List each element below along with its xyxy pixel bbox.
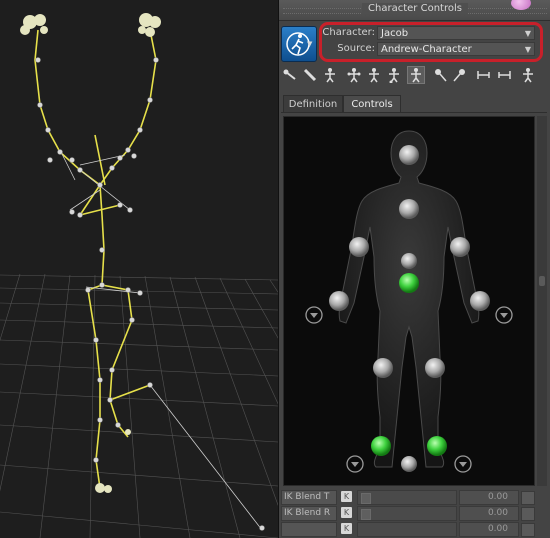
highlight-annotation <box>319 22 543 62</box>
ik-blend-r-slider[interactable] <box>357 506 457 521</box>
body-all-icon[interactable] <box>385 66 403 84</box>
slider-handle[interactable] <box>361 509 371 520</box>
chevron-down-icon: ▼ <box>307 40 313 48</box>
joint-markers <box>35 57 265 531</box>
tab-controls[interactable]: Controls <box>343 95 401 113</box>
panel-title: Character Controls <box>362 3 468 14</box>
key-button[interactable]: K <box>341 523 352 534</box>
floor-grid <box>0 273 278 538</box>
left-knee-effector <box>373 358 393 378</box>
panel-titlebar[interactable]: Character Controls <box>279 0 550 21</box>
left-elbow-effector <box>349 237 369 257</box>
ik-blend-r-end-button[interactable] <box>521 507 535 521</box>
character-controls-panel: Character Controls ▼ Character: Jacob ▼ … <box>278 0 550 538</box>
hand-markers <box>20 13 161 493</box>
key-button[interactable]: K <box>341 507 352 518</box>
viewport-canvas[interactable] <box>0 0 278 538</box>
body-part-2-icon[interactable] <box>407 66 425 84</box>
pin-3-icon[interactable] <box>519 66 537 84</box>
ik-row-3-label <box>281 522 337 537</box>
ik-row-3-value[interactable]: 0.00 <box>459 522 519 537</box>
right-knee-effector <box>425 358 445 378</box>
left-hand-effector <box>329 291 349 311</box>
expand-buttons <box>305 306 513 473</box>
ik-blend-r-value[interactable]: 0.00 <box>459 506 519 521</box>
left-ankle-effector <box>371 436 391 456</box>
scrollbar-thumb[interactable] <box>539 276 545 286</box>
character-toolbar <box>281 66 549 86</box>
ik-row-3: K 0.00 <box>281 522 545 537</box>
key-right-icon[interactable] <box>495 66 513 84</box>
key-button[interactable]: K <box>341 491 352 502</box>
right-hand-effector <box>470 291 490 311</box>
ik-row-3-slider[interactable] <box>357 522 457 537</box>
ik-blend-r-row: IK Blend R K 0.00 <box>281 506 545 521</box>
ik-blend-t-slider[interactable] <box>357 490 457 505</box>
tab-divider <box>281 112 547 113</box>
ik-blend-t-end-button[interactable] <box>521 491 535 505</box>
chest-effector <box>399 199 419 219</box>
bones-icon[interactable] <box>281 66 299 84</box>
character-menu-button[interactable]: ▼ <box>281 26 317 62</box>
skeleton-links <box>59 149 263 531</box>
character-control-rig[interactable] <box>283 116 535 486</box>
spine-effector <box>401 253 417 269</box>
ik-row-3-end-button[interactable] <box>521 523 535 537</box>
3d-viewport[interactable] <box>0 0 278 538</box>
ik-blend-t-row: IK Blend T K 0.00 <box>281 490 545 505</box>
head-effector <box>399 145 419 165</box>
key-left-icon[interactable] <box>475 66 493 84</box>
pin-2-icon[interactable] <box>451 66 469 84</box>
panel-scrollbar[interactable] <box>537 116 547 486</box>
ik-blend-r-label: IK Blend R <box>281 506 337 521</box>
right-ankle-effector <box>427 436 447 456</box>
right-elbow-effector <box>450 237 470 257</box>
slider-handle[interactable] <box>361 493 371 504</box>
pin-icon[interactable] <box>431 66 449 84</box>
body-silhouette <box>305 130 513 473</box>
stand-pose-icon[interactable] <box>321 66 339 84</box>
ik-blend-t-label: IK Blend T <box>281 490 337 505</box>
tab-definition[interactable]: Definition <box>283 95 343 113</box>
stick-icon[interactable] <box>301 66 319 84</box>
full-body-icon[interactable] <box>345 66 363 84</box>
floor-contact-effector <box>401 456 417 472</box>
body-part-icon[interactable] <box>365 66 383 84</box>
ik-blend-t-value[interactable]: 0.00 <box>459 490 519 505</box>
hips-effector <box>399 273 419 293</box>
skeleton <box>34 29 157 489</box>
